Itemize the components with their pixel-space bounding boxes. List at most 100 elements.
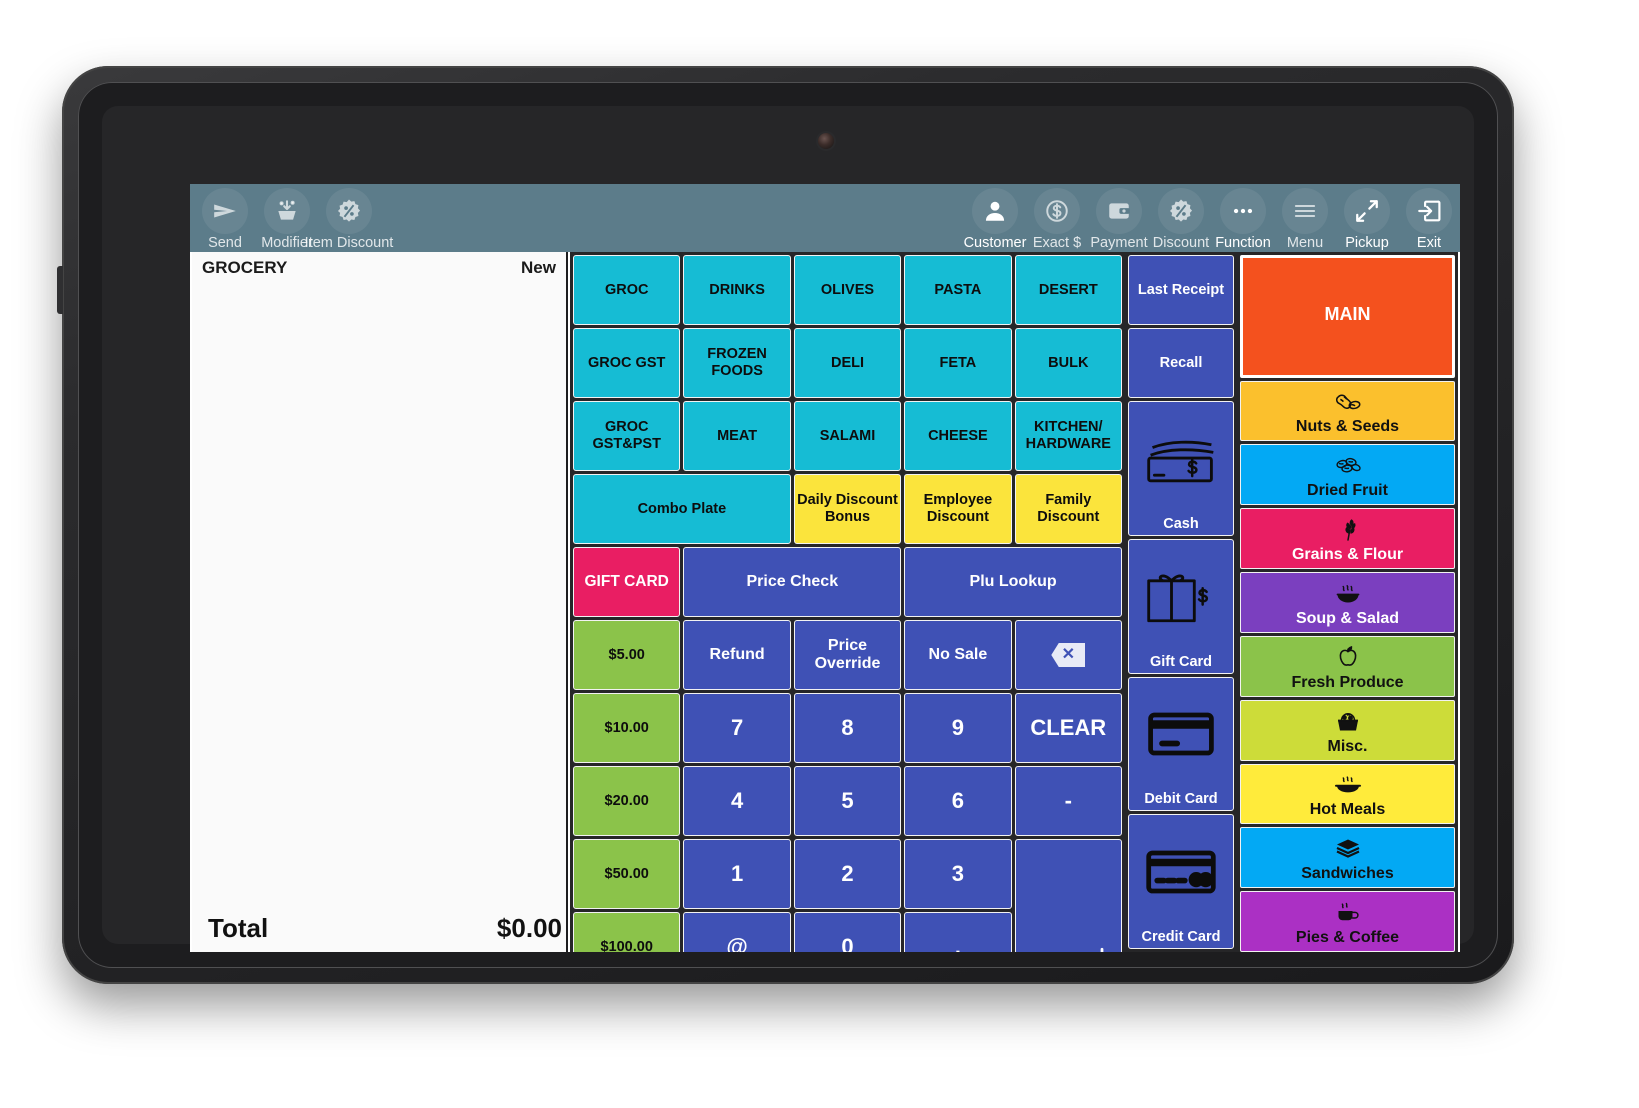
toolbar-label: Customer <box>963 235 1027 251</box>
toolbar-exact-button[interactable]: Exact $ <box>1026 184 1088 252</box>
payment-recall-button[interactable]: Recall <box>1128 328 1234 398</box>
keypad-key-button[interactable]: - <box>1014 766 1122 836</box>
keypad-olives-button[interactable]: OLIVES <box>793 255 902 325</box>
keypad-button-label: $20.00 <box>604 792 649 809</box>
keypad-100-00-button[interactable]: $100.00 <box>573 912 681 952</box>
keypad-groc-gst-pst-button[interactable]: GROC GST&PST <box>573 401 681 471</box>
keypad-groc-gst-button[interactable]: GROC GST <box>573 328 681 398</box>
department-sandwiches-button[interactable]: Sandwiches <box>1240 827 1455 889</box>
keypad-9-button[interactable]: 9 <box>904 693 1012 763</box>
keypad-feta-button[interactable]: FETA <box>904 328 1012 398</box>
keypad-button-label: PASTA <box>934 281 982 298</box>
keypad-enter-button[interactable] <box>1014 839 1122 952</box>
keypad-no-sale-button[interactable]: No Sale <box>904 620 1012 690</box>
department-pies-coffee-button[interactable]: Pies & Coffee <box>1240 891 1455 952</box>
toolbar-discount-button[interactable]: Discount <box>1150 184 1212 252</box>
toolbar-payment-button[interactable]: Payment <box>1088 184 1150 252</box>
keypad-deli-button[interactable]: DELI <box>793 328 902 398</box>
toolbar-label: Exact $ <box>1032 235 1082 251</box>
keypad-8-button[interactable]: 8 <box>793 693 902 763</box>
payment-credit-card-button[interactable]: Credit Card <box>1128 814 1234 949</box>
payment-button-label: Credit Card <box>1141 929 1221 945</box>
keypad-salami-button[interactable]: SALAMI <box>793 401 902 471</box>
keypad-cheese-button[interactable]: CHEESE <box>904 401 1012 471</box>
toolbar-exit-button[interactable]: Exit <box>1398 184 1460 252</box>
keypad-groc-button[interactable]: GROC <box>573 255 681 325</box>
keypad-desert-button[interactable]: DESERT <box>1014 255 1122 325</box>
keypad-button-label: 2 <box>841 861 854 887</box>
department-button-label: Hot Meals <box>1309 801 1386 819</box>
keypad-pasta-button[interactable]: PASTA <box>904 255 1012 325</box>
toolbar-send-button[interactable]: Send <box>194 184 256 252</box>
department-soup-salad-button[interactable]: Soup & Salad <box>1240 572 1455 633</box>
keypad-refund-button[interactable]: Refund <box>683 620 791 690</box>
keypad-button-label: 9 <box>951 715 965 741</box>
percent-badge-icon <box>1158 188 1204 234</box>
keypad-button-label: BULK <box>1048 354 1089 371</box>
keypad-button-label: GROC GST&PST <box>592 419 661 452</box>
keypad-frozen-foods-button[interactable]: FROZEN FOODS <box>683 328 791 398</box>
keypad-combo-plate-button[interactable]: Combo Plate <box>573 474 791 544</box>
toolbar-label: Item Discount <box>304 235 394 251</box>
payment-last-receipt-button[interactable]: Last Receipt <box>1128 255 1234 325</box>
keypad-daily-discount-bonus-button[interactable]: Daily Discount Bonus <box>793 474 902 544</box>
keypad-button-label: $5.00 <box>608 646 645 663</box>
toolbar-pickup-button[interactable]: Pickup <box>1336 184 1398 252</box>
person-icon <box>972 188 1018 234</box>
keypad-button-label: Plu Lookup <box>969 572 1057 590</box>
keypad-meat-button[interactable]: MEAT <box>683 401 791 471</box>
keypad-3-button[interactable]: 3 <box>904 839 1012 909</box>
keypad-10-00-button[interactable]: $10.00 <box>573 693 681 763</box>
department-main-button[interactable]: MAIN <box>1240 255 1455 378</box>
keypad-2-button[interactable]: 2 <box>793 839 902 909</box>
receipt-department-label: GROCERY <box>202 258 288 277</box>
keypad-clear-button[interactable]: CLEAR <box>1014 693 1122 763</box>
keypad-price-check-button[interactable]: Price Check <box>683 547 902 617</box>
department-nuts-seeds-button[interactable]: Nuts & Seeds <box>1240 380 1455 442</box>
toolbar-function-button[interactable]: Function <box>1212 184 1274 252</box>
payment-cash-button[interactable]: Cash <box>1128 401 1234 536</box>
apple-icon <box>1333 637 1363 674</box>
toolbar-customer-button[interactable]: Customer <box>964 184 1026 252</box>
backspace-icon: ✕ <box>1051 643 1086 667</box>
keypad-1-button[interactable]: 1 <box>683 839 791 909</box>
toolbar-menu-button[interactable]: Menu <box>1274 184 1336 252</box>
keypad-5-00-button[interactable]: $5.00 <box>573 620 681 690</box>
keypad-kitchen-hardware-button[interactable]: KITCHEN/ HARDWARE <box>1014 401 1122 471</box>
keypad-20-00-button[interactable]: $20.00 <box>573 766 681 836</box>
receipt-total-row: Total $0.00 <box>192 913 566 952</box>
tablet-device: Send Modifier Item Discount Customer Exact … <box>57 66 1514 984</box>
keypad-button-label: CHEESE <box>928 427 988 444</box>
keypad-button-label: Employee Discount <box>923 492 993 525</box>
keypad-price-override-button[interactable]: Price Override <box>793 620 902 690</box>
keypad-family-discount-button[interactable]: Family Discount <box>1014 474 1122 544</box>
keypad-bulk-button[interactable]: BULK <box>1014 328 1122 398</box>
payment-gift-card-button[interactable]: Gift Card <box>1128 538 1234 674</box>
receipt-line-items[interactable] <box>192 282 566 913</box>
keypad-backspace-button[interactable]: ✕ <box>1014 620 1122 690</box>
keypad-plu-lookup-button[interactable]: Plu Lookup <box>904 547 1122 617</box>
keypad-4-button[interactable]: 4 <box>683 766 791 836</box>
department-hot-meals-button[interactable]: Hot Meals <box>1240 763 1455 825</box>
keypad-6-button[interactable]: 6 <box>904 766 1012 836</box>
payment-debit-card-button[interactable]: Debit Card <box>1128 676 1234 812</box>
keypad-5-button[interactable]: 5 <box>793 766 902 836</box>
power-button[interactable] <box>57 266 63 314</box>
keypad-drinks-button[interactable]: DRINKS <box>683 255 791 325</box>
keypad-0-button[interactable]: 0 <box>793 912 902 952</box>
keypad-key-button[interactable]: @ <box>683 912 791 952</box>
keypad-button-label: Refund <box>709 645 765 663</box>
department-misc-button[interactable]: Misc. <box>1240 699 1455 761</box>
keypad-key-button[interactable]: . <box>904 912 1012 952</box>
department-grains-flour-button[interactable]: Grains & Flour <box>1240 508 1455 570</box>
keypad-button-label: . <box>954 934 961 952</box>
department-dried-fruit-button[interactable]: Dried Fruit <box>1240 444 1455 506</box>
keypad-gift-card-button[interactable]: GIFT CARD <box>573 547 681 617</box>
keypad-50-00-button[interactable]: $50.00 <box>573 839 681 909</box>
toolbar-item-discount-button[interactable]: Item Discount <box>305 184 393 252</box>
soup-bowl-icon <box>1333 573 1363 610</box>
debit-card-icon <box>1129 678 1233 792</box>
keypad-employee-discount-button[interactable]: Employee Discount <box>904 474 1012 544</box>
keypad-7-button[interactable]: 7 <box>683 693 791 763</box>
department-fresh-produce-button[interactable]: Fresh Produce <box>1240 635 1455 697</box>
